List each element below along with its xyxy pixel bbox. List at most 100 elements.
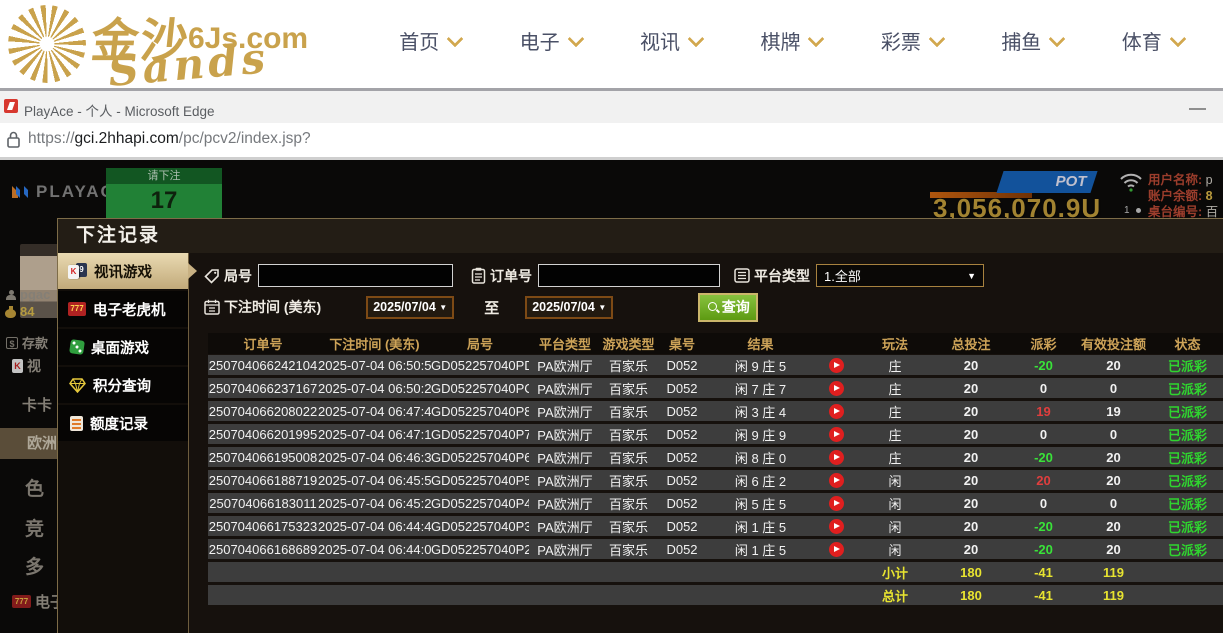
site-header: 金沙 6Js.com Sands 首页 电子 视讯 棋牌 彩票 捕鱼 体育	[0, 0, 1223, 88]
round-no-input[interactable]	[258, 264, 453, 287]
replay-button[interactable]	[829, 496, 844, 511]
header-cell: 局号	[431, 334, 529, 353]
menu-bet-room[interactable]: 竞	[25, 514, 44, 541]
replay-button[interactable]	[829, 358, 844, 373]
sidebar-item-slots[interactable]: 777 电子老虎机	[58, 291, 188, 327]
cell: PA欧洲厅	[529, 425, 601, 444]
nav-lottery[interactable]: 彩票	[881, 26, 943, 55]
sidebar-item-credit-records[interactable]: 额度记录	[58, 405, 188, 441]
replay-button[interactable]	[829, 450, 844, 465]
jackpot-banner: POT	[996, 171, 1097, 193]
cell: 闲 5 庄 5	[708, 494, 813, 513]
cell: 250704066201995	[208, 427, 318, 442]
menu-dice-room[interactable]: 色	[25, 474, 44, 501]
cell: 20	[1076, 519, 1151, 534]
cell: 百家乐	[601, 356, 656, 375]
document-icon	[70, 416, 83, 431]
cell: 2025-07-04 06:50:27	[318, 381, 431, 396]
nav-fishing[interactable]: 捕鱼	[1001, 26, 1063, 55]
cards-icon: K	[12, 359, 23, 373]
date-from-select[interactable]: 2025/07/04 ▼	[366, 296, 454, 319]
cell: D052	[656, 450, 708, 465]
cell: 2025-07-04 06:47:11	[318, 427, 431, 442]
cell: 20	[931, 358, 1011, 373]
nav-sports[interactable]: 体育	[1122, 26, 1184, 55]
menu-europe-room[interactable]: 欧洲	[0, 428, 57, 459]
replay-button[interactable]	[829, 404, 844, 419]
search-icon	[707, 301, 719, 313]
caret-down-icon: ▼	[967, 271, 976, 281]
cell: 已派彩	[1151, 471, 1223, 490]
menu-card-room[interactable]: 卡卡	[22, 394, 52, 415]
date-to-select[interactable]: 2025/07/04 ▼	[525, 296, 613, 319]
cell: 已派彩	[1151, 379, 1223, 398]
cell: 2025-07-04 06:50:59	[318, 358, 431, 373]
sidebar-item-points[interactable]: 积分查询	[58, 367, 188, 403]
platform-list-icon	[734, 268, 750, 283]
replay-button[interactable]	[829, 427, 844, 442]
menu-deposit[interactable]: $ 存款	[6, 333, 48, 352]
table-row: 2507040662080222025-07-04 06:47:43GD0522…	[208, 401, 1223, 421]
cell: D052	[656, 496, 708, 511]
replay-button[interactable]	[829, 542, 844, 557]
cell: PA欧洲厅	[529, 494, 601, 513]
platform-type-label: 平台类型	[754, 266, 810, 286]
cell: 20	[931, 450, 1011, 465]
play-icon	[834, 362, 840, 368]
bet-time-label: 下注时间 (美东)	[224, 297, 321, 317]
minimize-button[interactable]	[1189, 108, 1206, 110]
replay-button[interactable]	[829, 381, 844, 396]
nav-live[interactable]: 视讯	[640, 26, 702, 55]
table-row: 2507040661753232025-07-04 06:44:46GD0522…	[208, 516, 1223, 536]
cell: PA欧洲厅	[529, 356, 601, 375]
play-icon	[834, 546, 840, 552]
nav-slots[interactable]: 电子	[520, 26, 582, 55]
cell: 250704066242104	[208, 358, 318, 373]
cell: 0	[1076, 381, 1151, 396]
nav-home[interactable]: 首页	[399, 26, 461, 55]
cell: -20	[1011, 519, 1076, 534]
cell: 闲 9 庄 5	[708, 356, 813, 375]
chevron-down-icon	[808, 30, 825, 47]
cell: D052	[656, 358, 708, 373]
sidebar-item-live-games[interactable]: 9K 视讯游戏	[58, 253, 188, 289]
cell: GD052257040P6	[431, 450, 529, 465]
header-cell: 玩法	[859, 334, 931, 353]
lock-icon	[7, 131, 20, 148]
nav-cards[interactable]: 棋牌	[760, 26, 822, 55]
cell: GD052257040PD	[431, 358, 529, 373]
replay-button[interactable]	[829, 519, 844, 534]
cell: 20	[931, 381, 1011, 396]
cell: 250704066183011	[208, 496, 318, 511]
cell-play	[813, 495, 859, 511]
chevron-down-icon	[688, 30, 705, 47]
header-cell: 状态	[1151, 334, 1223, 353]
search-button[interactable]: 查询	[698, 293, 758, 322]
cell: GD052257040P5	[431, 473, 529, 488]
sidebar-item-table-games[interactable]: 桌面游戏	[58, 329, 188, 365]
address-text[interactable]: https://gci.2hhapi.com/pc/pcv2/index.jsp…	[28, 130, 311, 148]
cell: 闲 3 庄 4	[708, 402, 813, 421]
play-icon	[834, 454, 840, 460]
filter-row-1: 局号 订单号 平台类型 1.全部	[204, 263, 1223, 288]
calendar-icon	[204, 299, 220, 315]
edge-titlebar: PlayAce - 个人 - Microsoft Edge	[0, 88, 1223, 123]
cell: PA欧洲厅	[529, 379, 601, 398]
total-value: 180	[931, 565, 1011, 580]
to-label: 至	[484, 297, 499, 318]
cell: PA欧洲厅	[529, 517, 601, 536]
cell: 已派彩	[1151, 494, 1223, 513]
order-no-input[interactable]	[538, 264, 720, 287]
account-info: 用户名称: p 账户余额: 8 桌台编号: 百	[1148, 172, 1218, 220]
menu-multi-table[interactable]: 多	[25, 552, 44, 579]
replay-button[interactable]	[829, 473, 844, 488]
cell: GD052257040P3	[431, 519, 529, 534]
menu-video[interactable]: K 视	[12, 356, 41, 376]
table-row: 2507040662019952025-07-04 06:47:11GD0522…	[208, 424, 1223, 444]
caret-down-icon: ▼	[598, 303, 606, 312]
wifi-icon	[1118, 171, 1144, 193]
url-bar[interactable]: https://gci.2hhapi.com/pc/pcv2/index.jsp…	[0, 123, 1223, 157]
cell: 250704066168689	[208, 542, 318, 557]
cell: 闲 9 庄 9	[708, 425, 813, 444]
platform-type-select[interactable]: 1.全部 ▼	[816, 264, 984, 287]
